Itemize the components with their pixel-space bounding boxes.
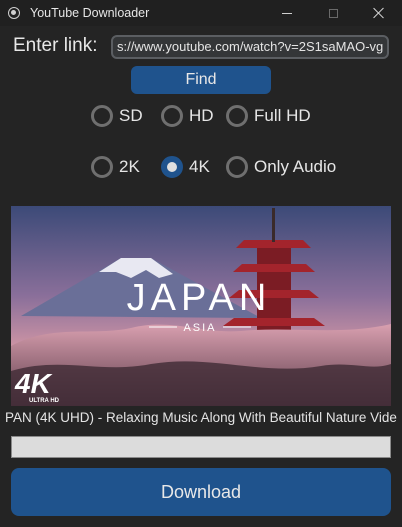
- maximize-icon: [328, 8, 338, 18]
- window-title: YouTube Downloader: [30, 6, 150, 20]
- radio-4k[interactable]: 4K: [161, 156, 210, 178]
- link-input[interactable]: s://www.youtube.com/watch?v=2S1saMAO-vg: [111, 35, 389, 59]
- thumbnail-title: JAPAN: [127, 277, 272, 319]
- video-title: PAN (4K UHD) - Relaxing Music Along With…: [5, 410, 397, 425]
- video-thumbnail: JAPAN ASIA 4K ULTRA HD: [11, 206, 391, 406]
- maximize-button[interactable]: [310, 0, 356, 26]
- radio-indicator: [226, 156, 248, 178]
- radio-indicator: [161, 105, 183, 127]
- radio-hd[interactable]: HD: [161, 105, 214, 127]
- thumbnail-badge-sub: ULTRA HD: [29, 398, 60, 404]
- radio-label: Only Audio: [254, 157, 337, 176]
- radio-indicator: [226, 105, 248, 127]
- find-button[interactable]: Find: [131, 66, 271, 94]
- close-button[interactable]: [356, 0, 402, 26]
- radio-label: SD: [119, 106, 143, 125]
- radio-indicator: [91, 156, 113, 178]
- title-bar: YouTube Downloader: [0, 0, 402, 26]
- radio-full-hd[interactable]: Full HD: [226, 105, 311, 127]
- radio-label: 2K: [119, 157, 140, 176]
- radio-label: 4K: [189, 157, 210, 176]
- thumbnail-subtitle: ASIA: [183, 322, 216, 334]
- radio-indicator: [91, 105, 113, 127]
- thumbnail-badge: 4K: [14, 368, 53, 399]
- close-icon: [373, 7, 385, 19]
- radio-2k[interactable]: 2K: [91, 156, 140, 178]
- radio-label: Full HD: [254, 106, 311, 125]
- download-progress-bar: [11, 436, 391, 458]
- radio-indicator-selected: [161, 156, 183, 178]
- minimize-button[interactable]: [264, 0, 310, 26]
- radio-only-audio[interactable]: Only Audio: [226, 156, 336, 178]
- link-label: Enter link:: [13, 35, 98, 56]
- app-icon: [8, 7, 20, 19]
- radio-label: HD: [189, 106, 214, 125]
- download-button[interactable]: Download: [11, 468, 391, 516]
- minimize-icon: [282, 12, 292, 14]
- radio-sd[interactable]: SD: [91, 105, 143, 127]
